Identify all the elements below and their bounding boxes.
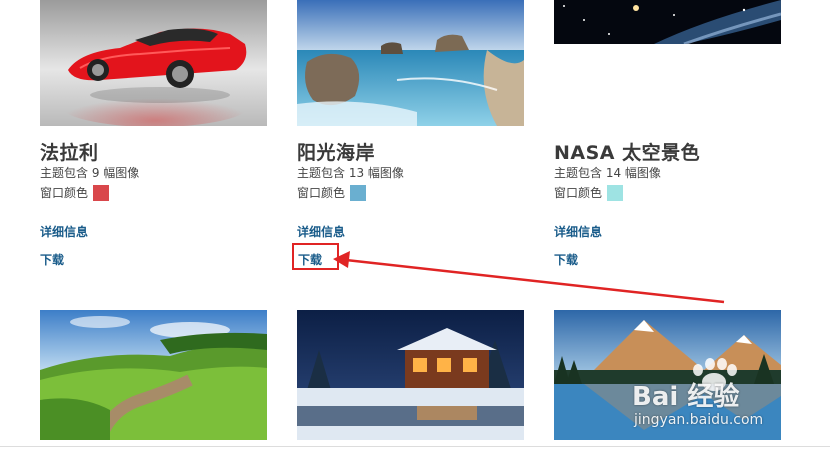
theme-title: 阳光海岸 (297, 142, 376, 164)
window-color-row: 窗口颜色 (40, 184, 110, 201)
window-color-row: 窗口颜色 (297, 184, 367, 201)
details-link[interactable]: 详细信息 (297, 223, 345, 240)
snow-cabin-thumbnail[interactable] (297, 310, 524, 440)
window-color-swatch (350, 184, 367, 201)
window-color-row: 窗口颜色 (554, 184, 624, 201)
watermark-url: jingyan.baidu.com (634, 412, 764, 428)
download-link[interactable]: 下载 (40, 251, 64, 268)
window-color-label: 窗口颜色 (297, 186, 346, 200)
download-link[interactable]: 下载 (554, 251, 578, 268)
image-count: 主题包含 9 幅图像 (40, 166, 140, 180)
bottom-divider (0, 446, 830, 447)
watermark-brand: Bai 经验 (632, 382, 740, 412)
theme-title: 法拉利 (40, 142, 99, 164)
green-hills-thumbnail[interactable] (40, 310, 267, 440)
ferrari-thumbnail[interactable] (40, 0, 267, 126)
details-link[interactable]: 详细信息 (554, 223, 602, 240)
theme-title: NASA 太空景色 (554, 142, 701, 164)
sunny-coast-thumbnail[interactable] (297, 0, 524, 126)
details-link[interactable]: 详细信息 (40, 223, 88, 240)
image-count: 主题包含 14 幅图像 (554, 166, 661, 180)
window-color-label: 窗口颜色 (40, 186, 89, 200)
baidu-watermark: Bai 经验 jingyan.baidu.com (632, 356, 792, 436)
image-count: 主题包含 13 幅图像 (297, 166, 404, 180)
download-highlight-box (292, 243, 339, 270)
window-color-swatch (607, 184, 624, 201)
window-color-swatch (93, 184, 110, 201)
nasa-space-thumbnail[interactable] (554, 0, 781, 44)
window-color-label: 窗口颜色 (554, 186, 603, 200)
